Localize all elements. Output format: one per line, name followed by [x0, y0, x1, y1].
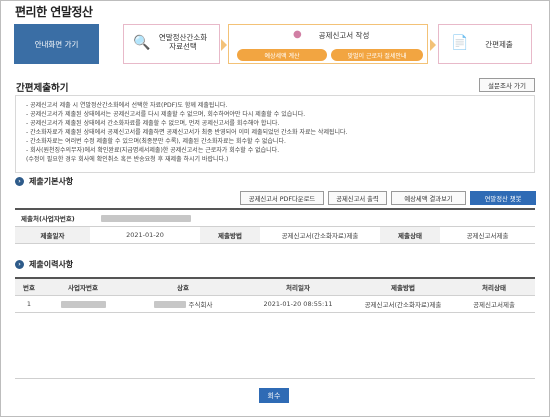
column-header: 처리일자 — [286, 284, 310, 292]
table-row: 제출일자 2021-01-20 제출방법 공제신고서(간소화자료)제출 제출상태… — [15, 227, 535, 244]
date-label: 제출일자 — [15, 227, 90, 243]
basic-section-label: 제출기본사항 — [29, 177, 74, 186]
recall-button[interactable]: 회수 — [259, 388, 289, 403]
page-title: 간편제출하기 — [16, 83, 69, 94]
search-icon: 🔍 — [133, 35, 151, 51]
notice-line: 공제신고서가 제출된 상태에서는 공제신고서를 다시 제출할 수 없으며, 회수… — [26, 110, 524, 119]
column-header: 상호 — [177, 284, 189, 292]
chatbot-button[interactable]: 연말정산 챗봇 — [470, 191, 536, 205]
step-write-form[interactable]: ● 공제신고서 작성 예상세액 계산 맞벌이 근로자 절세안내 — [228, 24, 428, 64]
column-header: 처리상태 — [482, 284, 506, 292]
column-header: 제출방법 — [391, 284, 415, 292]
dual-income-pill[interactable]: 맞벌이 근로자 절세안내 — [331, 49, 423, 61]
tax-result-button[interactable]: 예상세액 결과보기 — [391, 191, 466, 205]
processed-at: 2021-01-20 08:55:11 — [263, 300, 333, 308]
business-number — [43, 296, 123, 312]
document-icon: 📄 — [451, 35, 469, 51]
history-section-title: › 제출이력사항 — [15, 259, 73, 270]
notice-line: 간소화자료는 여러번 수정 제출할 수 있으며(최종분만 수록), 제출된 간소… — [26, 137, 524, 146]
process-status: 공제신고서제출 — [473, 301, 515, 309]
survey-button[interactable]: 설문조사 가기 — [479, 78, 535, 92]
method-value: 공제신고서(간소화자료)제출 — [281, 232, 359, 240]
row-number: 1 — [26, 300, 32, 308]
app-title: 편리한 연말정산 — [15, 5, 93, 19]
step-select-data-label: 연말정산간소화 자료선택 — [158, 33, 208, 51]
status-value: 공제신고서제출 — [466, 232, 509, 240]
basic-section-title: › 제출기본사항 — [15, 176, 73, 187]
history-table: 번호 사업자번호 상호 처리일자 제출방법 처리상태 1 주식회사 2021-0… — [15, 277, 535, 313]
pdf-download-button[interactable]: 공제신고서 PDF다운로드 — [240, 191, 324, 205]
column-header: 번호 — [23, 284, 35, 292]
submitter-value — [101, 210, 221, 226]
table-row: 1 주식회사 2021-01-20 08:55:11 공제신고서(간소화자료)제… — [15, 296, 535, 313]
arrow-icon — [221, 39, 227, 51]
notice-line: 간소화자료가 제출된 상태에서 공제신고서를 제출하면 공제신고서가 최종 반영… — [26, 128, 524, 137]
estimated-tax-pill[interactable]: 예상세액 계산 — [237, 49, 327, 61]
method-label: 제출방법 — [200, 227, 260, 243]
step-write-form-label: 공제신고서 작성 — [318, 31, 370, 40]
date-value: 2021-01-20 — [126, 231, 164, 239]
notice-line: (수정이 필요한 경우 회사에 확인취소 혹은 반송요청 후 재제출 하시기 바… — [26, 156, 229, 163]
notice-line: 공제신고서가 제출된 상태에서 간소화자료를 제출할 수 없으며, 먼저 공제신… — [26, 119, 524, 128]
table-header-row: 번호 사업자번호 상호 처리일자 제출방법 처리상태 — [15, 279, 535, 296]
step-submit[interactable]: 📄 간편제출 — [438, 24, 532, 64]
company-name-suffix: 주식회사 — [188, 301, 213, 309]
company-name: 주식회사 — [123, 296, 243, 312]
column-header: 사업자번호 — [68, 284, 98, 292]
notice-line: 공제신고서 제출 시 연말정산간소화에서 선택한 자료(PDF)도 함께 제출됩… — [26, 101, 524, 110]
divider — [15, 378, 535, 379]
history-section-label: 제출이력사항 — [29, 260, 74, 269]
bullet-icon: › — [15, 260, 24, 269]
status-label: 제출상태 — [380, 227, 440, 243]
submitter-label: 제출처(사업자번호) — [21, 215, 75, 223]
step-submit-label: 간편제출 — [485, 40, 513, 49]
notice-box: 공제신고서 제출 시 연말정산간소화에서 선택한 자료(PDF)도 함께 제출됩… — [15, 95, 535, 173]
home-button[interactable]: 안내화면 가기 — [14, 24, 99, 64]
print-button[interactable]: 공제신고서 출력 — [328, 191, 387, 205]
step-select-data[interactable]: 🔍 연말정산간소화 자료선택 — [123, 24, 220, 64]
arrow-icon — [430, 39, 436, 51]
submit-method: 공제신고서(간소화자료)제출 — [364, 301, 442, 309]
bullet-icon: › — [15, 177, 24, 186]
notice-line: 회사(원천징수의무자)에서 확인완료(지급명세서제출)한 공제신고서는 근로자가… — [26, 146, 524, 155]
basic-info-table: 제출처(사업자번호) 제출일자 2021-01-20 제출방법 공제신고서(간소… — [15, 208, 535, 244]
table-row: 제출처(사업자번호) — [15, 210, 535, 227]
